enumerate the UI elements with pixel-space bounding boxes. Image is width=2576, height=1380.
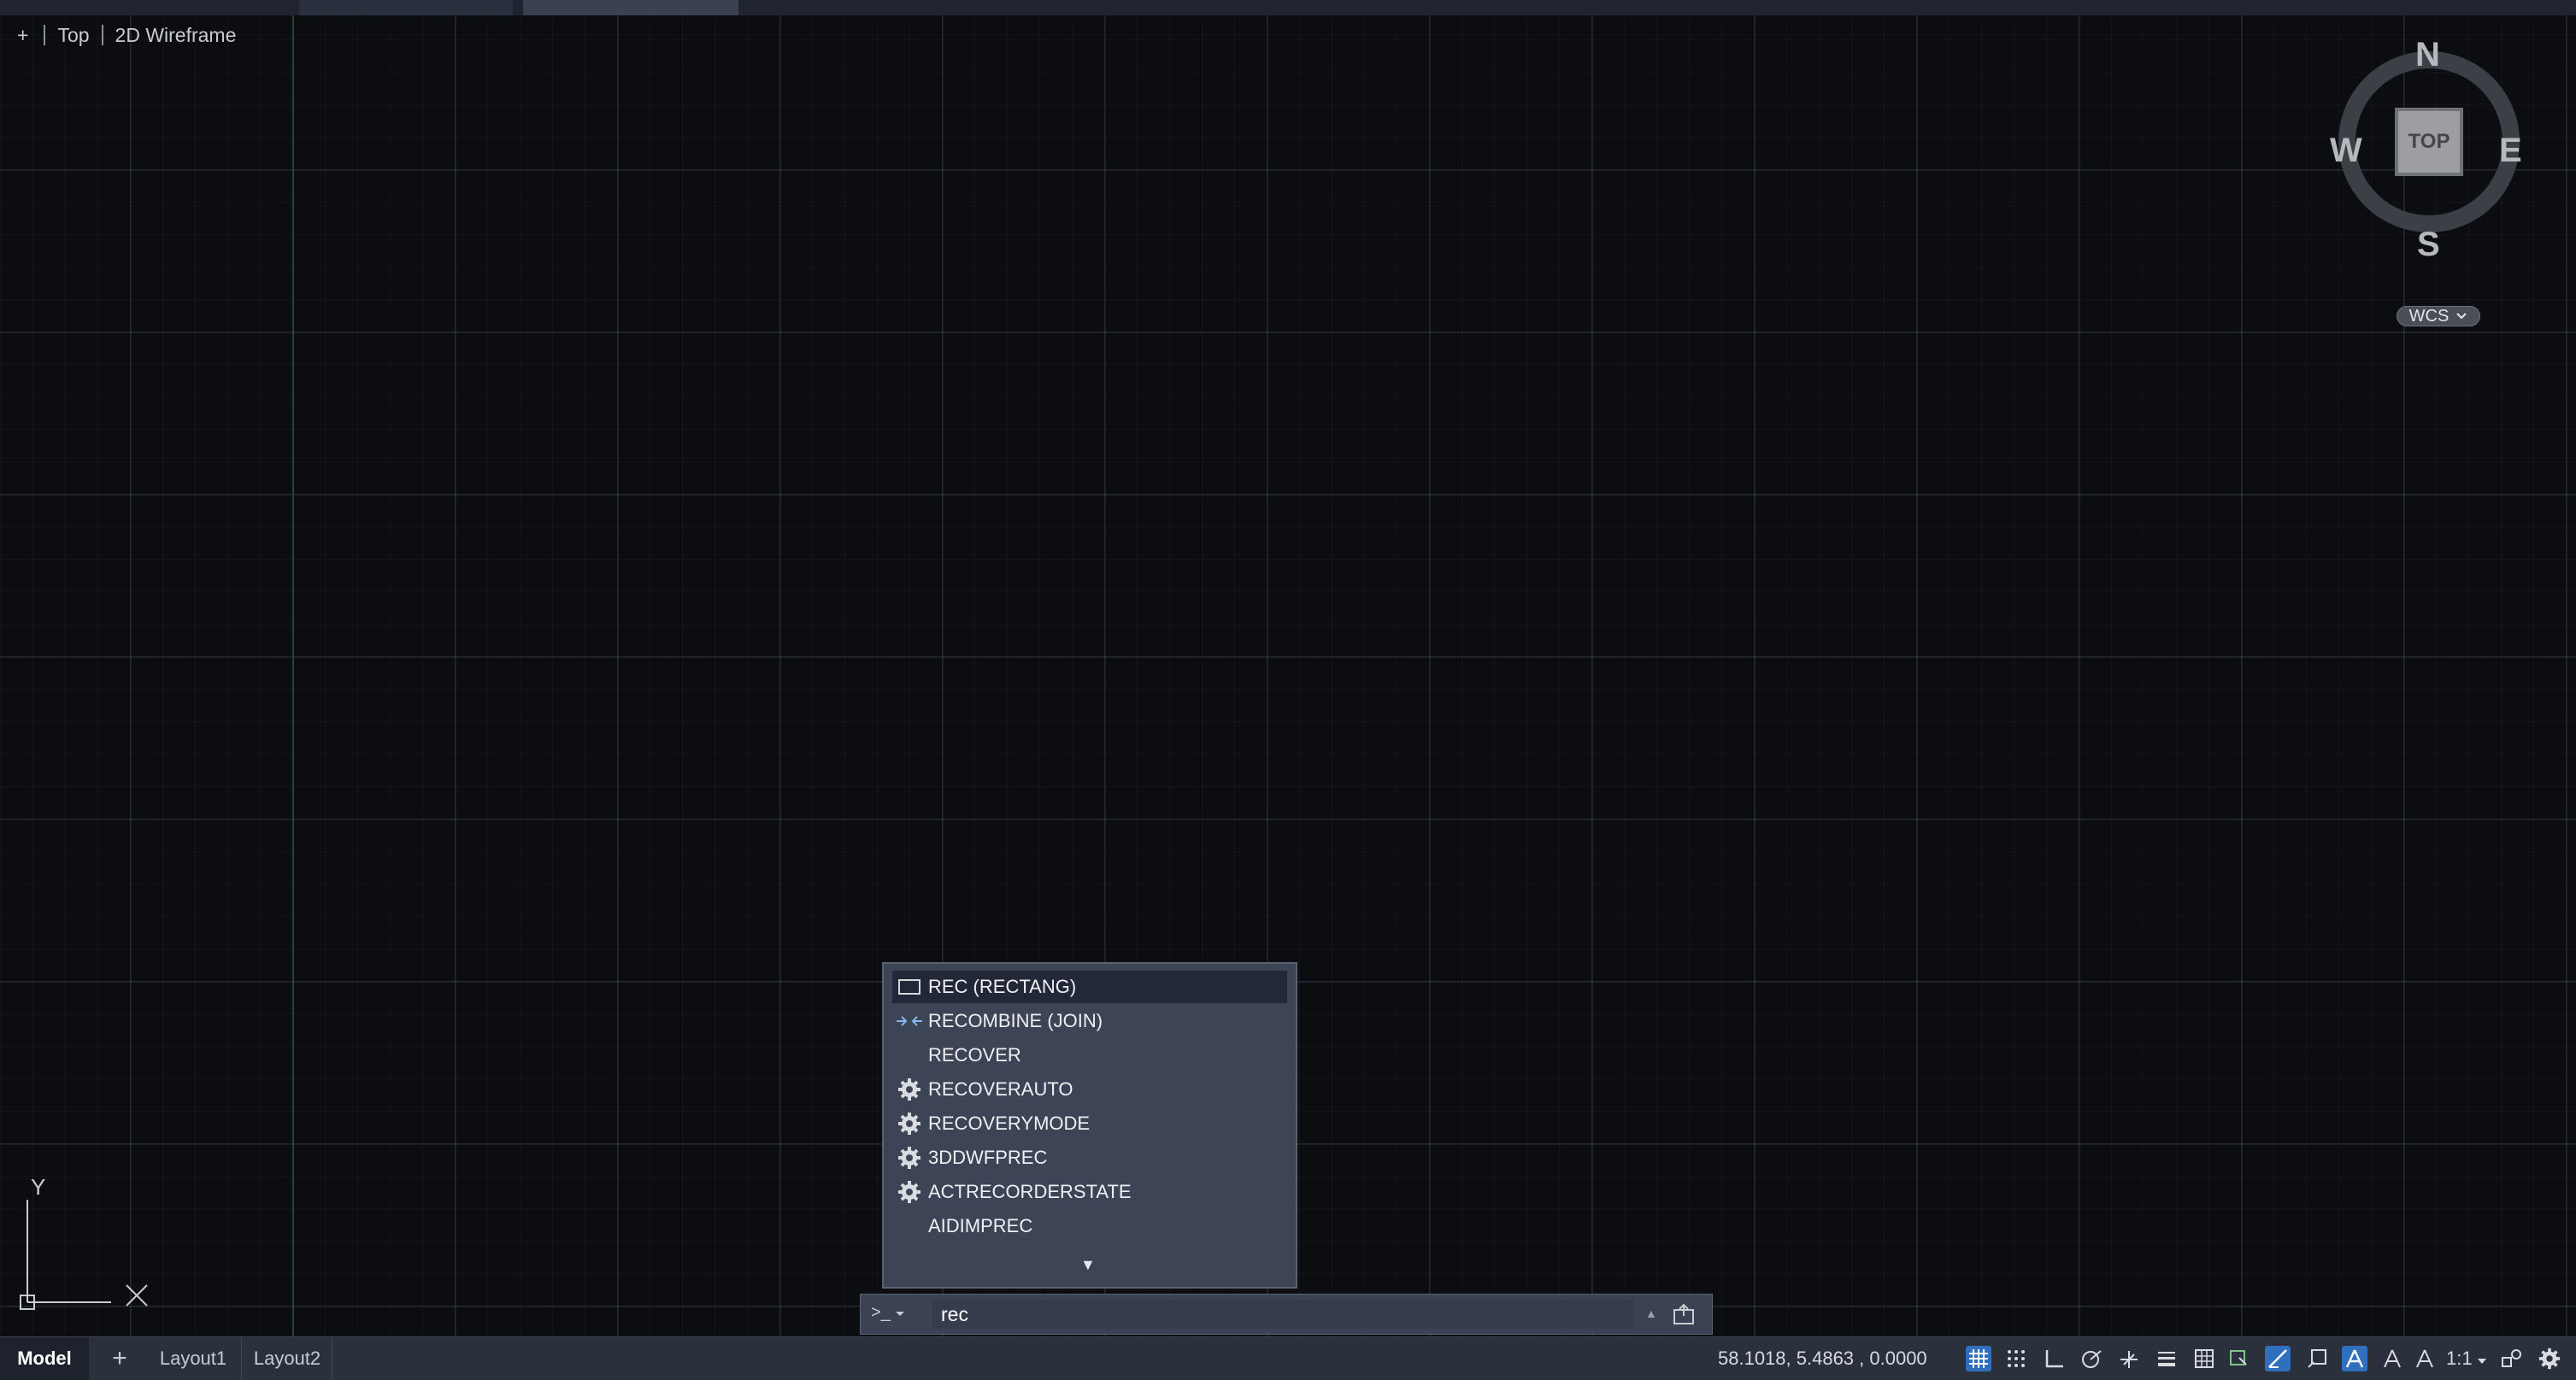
isodraft-icon[interactable] xyxy=(2116,1346,2142,1371)
suggestion-label: AIDIMPREC xyxy=(928,1215,1033,1236)
settings-gear-icon[interactable] xyxy=(2537,1346,2562,1371)
suggestion-recoverymode[interactable]: RECOVERYMODE xyxy=(892,1107,1287,1140)
suggestion-aidimprec[interactable]: AIDIMPREC xyxy=(892,1210,1287,1242)
suggestion-recombine[interactable]: RECOMBINE (JOIN) xyxy=(892,1005,1287,1037)
compass-east[interactable]: E xyxy=(2499,132,2522,170)
workspace-switch-icon[interactable] xyxy=(2499,1346,2525,1371)
coordinate-readout[interactable]: 58.1018, 5.4863 , 0.0000 xyxy=(1718,1348,1927,1370)
suggestion-label: REC (RECTANG) xyxy=(928,976,1077,997)
suggestion-recover[interactable]: RECOVER xyxy=(892,1039,1287,1072)
transparency-icon[interactable] xyxy=(2191,1346,2217,1371)
tab-model[interactable]: Model xyxy=(0,1337,89,1380)
add-layout-button[interactable]: + xyxy=(103,1337,137,1380)
command-line: >_ ▲ xyxy=(860,1294,1713,1335)
compass-south[interactable]: S xyxy=(2417,226,2440,264)
suggestion-rectang[interactable]: REC (RECTANG) xyxy=(892,971,1287,1003)
viewport-menu-button[interactable]: + xyxy=(17,24,28,47)
customize-icon[interactable] xyxy=(1671,1301,1697,1331)
wcs-label: WCS xyxy=(2408,306,2450,326)
tab-layout1[interactable]: Layout1 xyxy=(145,1337,242,1380)
viewport-controls: + Top 2D Wireframe xyxy=(12,21,236,50)
tab-model-label: Model xyxy=(17,1348,72,1369)
suggestion-3ddwfprec[interactable]: 3DDWFPREC xyxy=(892,1142,1287,1174)
command-prompt-menu[interactable]: >_ xyxy=(871,1303,905,1323)
wcs-menu[interactable]: WCS xyxy=(2397,306,2480,326)
annotation-scale-label: 1:1 xyxy=(2446,1348,2473,1369)
tab-layout2[interactable]: Layout2 xyxy=(243,1337,332,1380)
dynamic-ucs-icon[interactable] xyxy=(2304,1346,2330,1371)
annotation-scale-icon[interactable] xyxy=(2412,1346,2438,1371)
y-axis-grid-line xyxy=(292,15,294,1336)
annotation-scale-value[interactable]: 1:1 xyxy=(2446,1348,2486,1370)
chevron-down-icon xyxy=(2456,313,2467,320)
scroll-down-arrow[interactable]: ▼ xyxy=(1080,1256,1096,1274)
suggestion-label: RECOVERYMODE xyxy=(928,1113,1091,1134)
separator xyxy=(44,25,46,45)
chevron-down-icon xyxy=(896,1312,905,1316)
file-tab-1[interactable] xyxy=(299,0,513,15)
rectangle-icon xyxy=(896,973,923,1001)
command-input[interactable] xyxy=(932,1300,1633,1329)
grid-toggle-icon[interactable] xyxy=(1966,1346,1991,1371)
gear-icon xyxy=(896,1076,923,1103)
ucs-y-label: Y xyxy=(31,1174,46,1200)
suggestion-recoverauto[interactable]: RECOVERAUTO xyxy=(892,1073,1287,1106)
object-snap-tracking-icon[interactable] xyxy=(2265,1346,2291,1371)
file-tab-strip xyxy=(0,0,2576,16)
snap-mode-icon[interactable] xyxy=(2003,1346,2029,1371)
suggestion-actrecorderstate[interactable]: ACTRECORDERSTATE xyxy=(892,1176,1287,1208)
suggestion-label: RECOVER xyxy=(928,1044,1021,1066)
gear-icon xyxy=(896,1110,923,1137)
ortho-mode-icon[interactable] xyxy=(2041,1346,2067,1371)
polar-tracking-icon[interactable] xyxy=(2079,1346,2104,1371)
tab-layout1-label: Layout1 xyxy=(159,1348,227,1369)
compass-west[interactable]: W xyxy=(2330,132,2362,170)
file-tab-2[interactable] xyxy=(523,0,738,15)
viewcube-top-face[interactable]: TOP xyxy=(2395,108,2463,176)
lineweight-icon[interactable] xyxy=(2154,1346,2179,1371)
visual-style-control[interactable]: 2D Wireframe xyxy=(115,24,237,47)
viewcube[interactable]: TOP N S W E xyxy=(2330,31,2545,263)
selection-cycling-icon[interactable] xyxy=(2226,1346,2251,1371)
chevron-down-icon xyxy=(2477,1359,2486,1364)
tab-layout2-label: Layout2 xyxy=(253,1348,321,1369)
suggestion-label: RECOMBINE (JOIN) xyxy=(928,1010,1103,1031)
status-bar: Model + Layout1 Layout2 58.1018, 5.4863 … xyxy=(0,1336,2576,1380)
suggestion-label: RECOVERAUTO xyxy=(928,1078,1073,1100)
join-icon xyxy=(896,1007,923,1035)
gear-icon xyxy=(896,1178,923,1206)
command-suggestion-list: REC (RECTANG) RECOMBINE (JOIN) RECOVER R… xyxy=(882,962,1297,1289)
auto-scale-icon[interactable] xyxy=(2379,1346,2405,1371)
gear-icon xyxy=(896,1144,923,1172)
view-control[interactable]: Top xyxy=(57,24,89,47)
prompt-symbol: >_ xyxy=(871,1303,891,1322)
compass-north[interactable]: N xyxy=(2415,36,2440,74)
suggestion-label: ACTRECORDERSTATE xyxy=(928,1181,1132,1202)
annotation-visibility-icon[interactable] xyxy=(2342,1346,2367,1371)
separator xyxy=(101,25,103,45)
history-arrow-icon[interactable]: ▲ xyxy=(1645,1307,1657,1320)
plus-icon: + xyxy=(112,1344,127,1372)
ucs-icon: Y xyxy=(15,1174,152,1316)
suggestion-label: 3DDWFPREC xyxy=(928,1147,1048,1168)
